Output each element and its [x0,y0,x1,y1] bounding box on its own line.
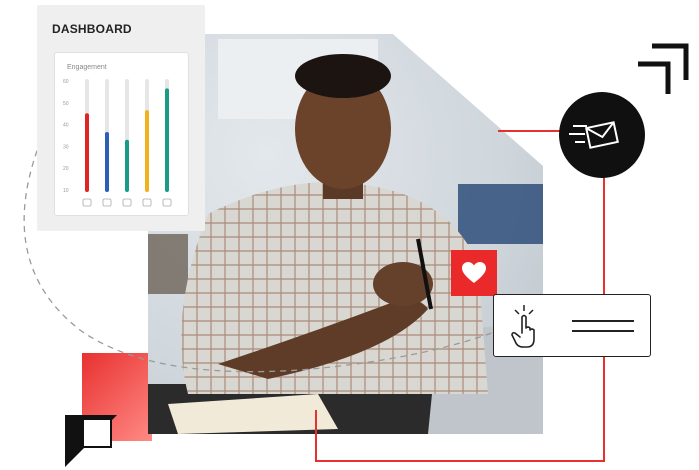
heart-badge [451,250,497,296]
dashboard-title: DASHBOARD [52,22,132,36]
heart-icon [462,262,486,283]
engagement-bar-chart: 60 50 40 30 20 10 [63,79,172,207]
touch-icon [511,305,634,348]
y-tick-label: 10 [63,188,69,194]
y-tick-label: 30 [63,144,69,150]
document-icon [82,198,92,207]
phone-icon [162,198,172,207]
mail-badge [559,92,645,178]
touch-card [493,294,651,357]
mail-icon [569,121,619,149]
y-tick-label: 20 [63,166,69,172]
engagement-chart-panel: Engagement 60 50 40 30 20 10 [54,52,189,216]
red-frame-left [315,410,317,462]
y-tick-label: 50 [63,101,69,107]
monitor-icon [142,198,152,207]
mail-icon [102,198,112,207]
dashboard-card: DASHBOARD Engagement 60 50 40 30 20 10 [37,5,205,231]
corner-bracket-icon [638,43,689,94]
globe-icon [122,198,132,207]
y-tick-label: 40 [63,123,69,129]
red-frame-bottom [315,460,605,462]
y-tick-label: 60 [63,79,69,85]
red-frame-top [498,130,560,132]
